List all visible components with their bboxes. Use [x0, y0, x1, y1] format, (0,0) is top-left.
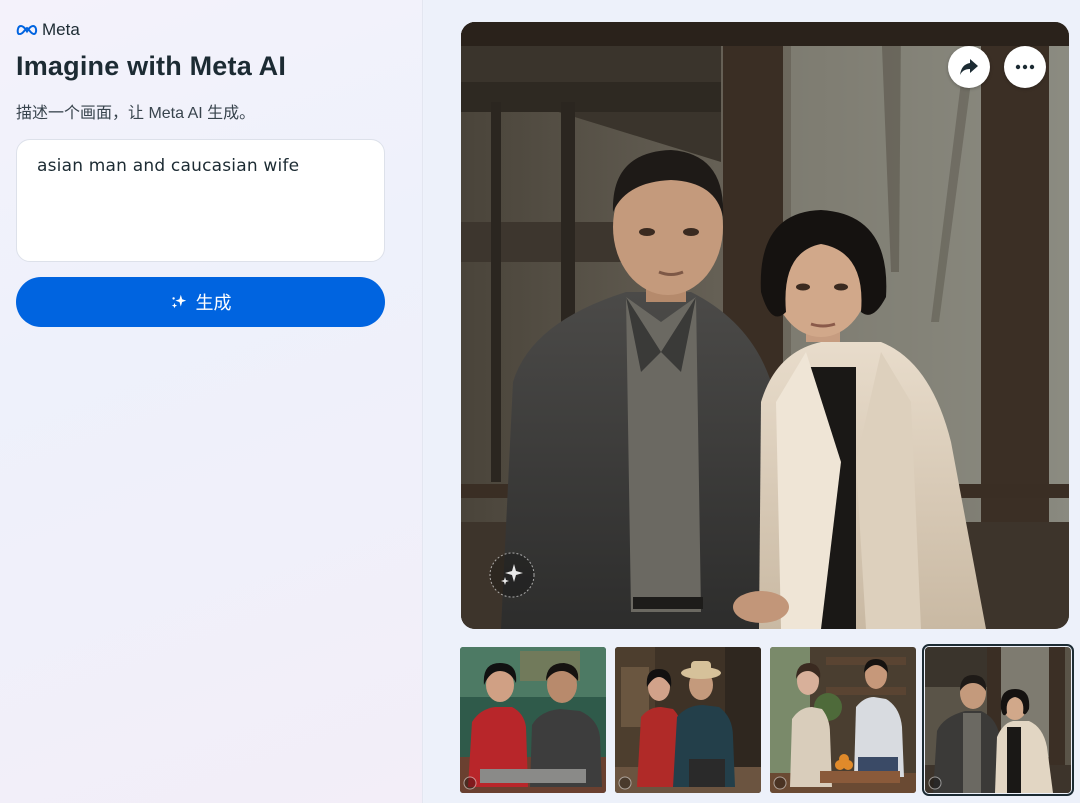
generated-image-illustration [461, 22, 1069, 629]
thumbnail-3-image [770, 647, 916, 793]
page-subtitle: 描述一个画面，让 Meta AI 生成。 [16, 105, 256, 122]
share-arrow-icon [960, 59, 978, 75]
imagined-with-ai-watermark [487, 550, 537, 600]
more-options-button[interactable] [1004, 46, 1046, 88]
sparkle-icon [171, 294, 186, 309]
meta-logo[interactable]: Meta [16, 20, 80, 40]
imagined-with-ai-watermark-icon [489, 552, 535, 598]
thumbnail-2[interactable] [615, 647, 761, 793]
thumbnail-1-image [460, 647, 606, 793]
thumbnail-2-image [615, 647, 761, 793]
page-title: Imagine with Meta AI [16, 51, 287, 81]
thumbnail-1[interactable] [460, 647, 606, 793]
meta-infinity-icon [16, 24, 38, 36]
thumbnail-4-image [925, 647, 1071, 793]
generate-label: 生成 [195, 293, 232, 313]
prompt-text: asian man and caucasian wife [37, 156, 300, 176]
thumbnail-strip [460, 644, 1074, 796]
generate-button[interactable]: 生成 [16, 277, 385, 327]
thumbnail-4[interactable] [922, 644, 1074, 796]
generated-image-main[interactable] [461, 22, 1069, 629]
thumbnail-3[interactable] [770, 647, 916, 793]
share-button[interactable] [948, 46, 990, 88]
prompt-input[interactable]: asian man and caucasian wife [16, 139, 385, 262]
meta-wordmark: Meta [42, 20, 80, 39]
more-dots-icon [1015, 64, 1035, 70]
